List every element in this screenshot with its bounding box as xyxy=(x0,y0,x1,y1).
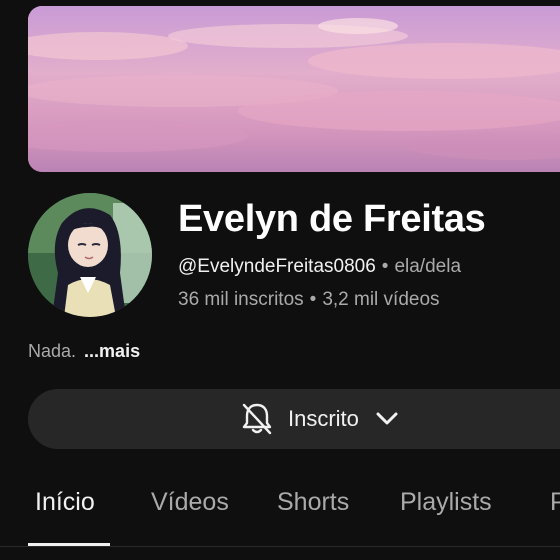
channel-pronouns: ela/dela xyxy=(394,256,462,277)
subscriber-count: 36 mil inscritos xyxy=(178,289,304,310)
separator-dot: • xyxy=(381,256,389,277)
subscribed-button[interactable]: Inscrito xyxy=(28,389,560,449)
channel-handle-line: @EvelyndeFreitas0806 • ela/dela xyxy=(178,256,461,278)
tab-posts-partial[interactable]: P xyxy=(550,488,560,517)
subscribed-label: Inscrito xyxy=(288,406,359,431)
channel-stats-line: 36 mil inscritos • 3,2 mil vídeos xyxy=(178,289,440,311)
tab-playlists[interactable]: Playlists xyxy=(400,488,492,517)
bell-off-icon xyxy=(242,403,272,435)
channel-handle[interactable]: @EvelyndeFreitas0806 xyxy=(178,256,376,277)
channel-avatar[interactable] xyxy=(28,193,152,317)
channel-name: Evelyn de Freitas xyxy=(178,198,486,240)
tabs-divider xyxy=(0,546,560,547)
tab-shorts[interactable]: Shorts xyxy=(277,488,349,517)
subscribed-button-content: Inscrito xyxy=(238,389,401,449)
description-text: Nada. xyxy=(28,341,77,361)
separator-dot: • xyxy=(309,289,317,310)
tab-inicio[interactable]: Início xyxy=(35,488,95,517)
banner-sky-image xyxy=(28,6,560,172)
more-link[interactable]: ...mais xyxy=(84,341,140,361)
channel-banner xyxy=(28,6,560,172)
tab-videos[interactable]: Vídeos xyxy=(151,488,229,517)
chevron-down-icon xyxy=(376,412,398,425)
channel-tabs: Início Vídeos Shorts Playlists P xyxy=(0,478,560,538)
avatar-illustration xyxy=(28,193,152,317)
video-count: 3,2 mil vídeos xyxy=(322,289,440,310)
channel-description[interactable]: Nada. ...mais xyxy=(28,341,140,362)
